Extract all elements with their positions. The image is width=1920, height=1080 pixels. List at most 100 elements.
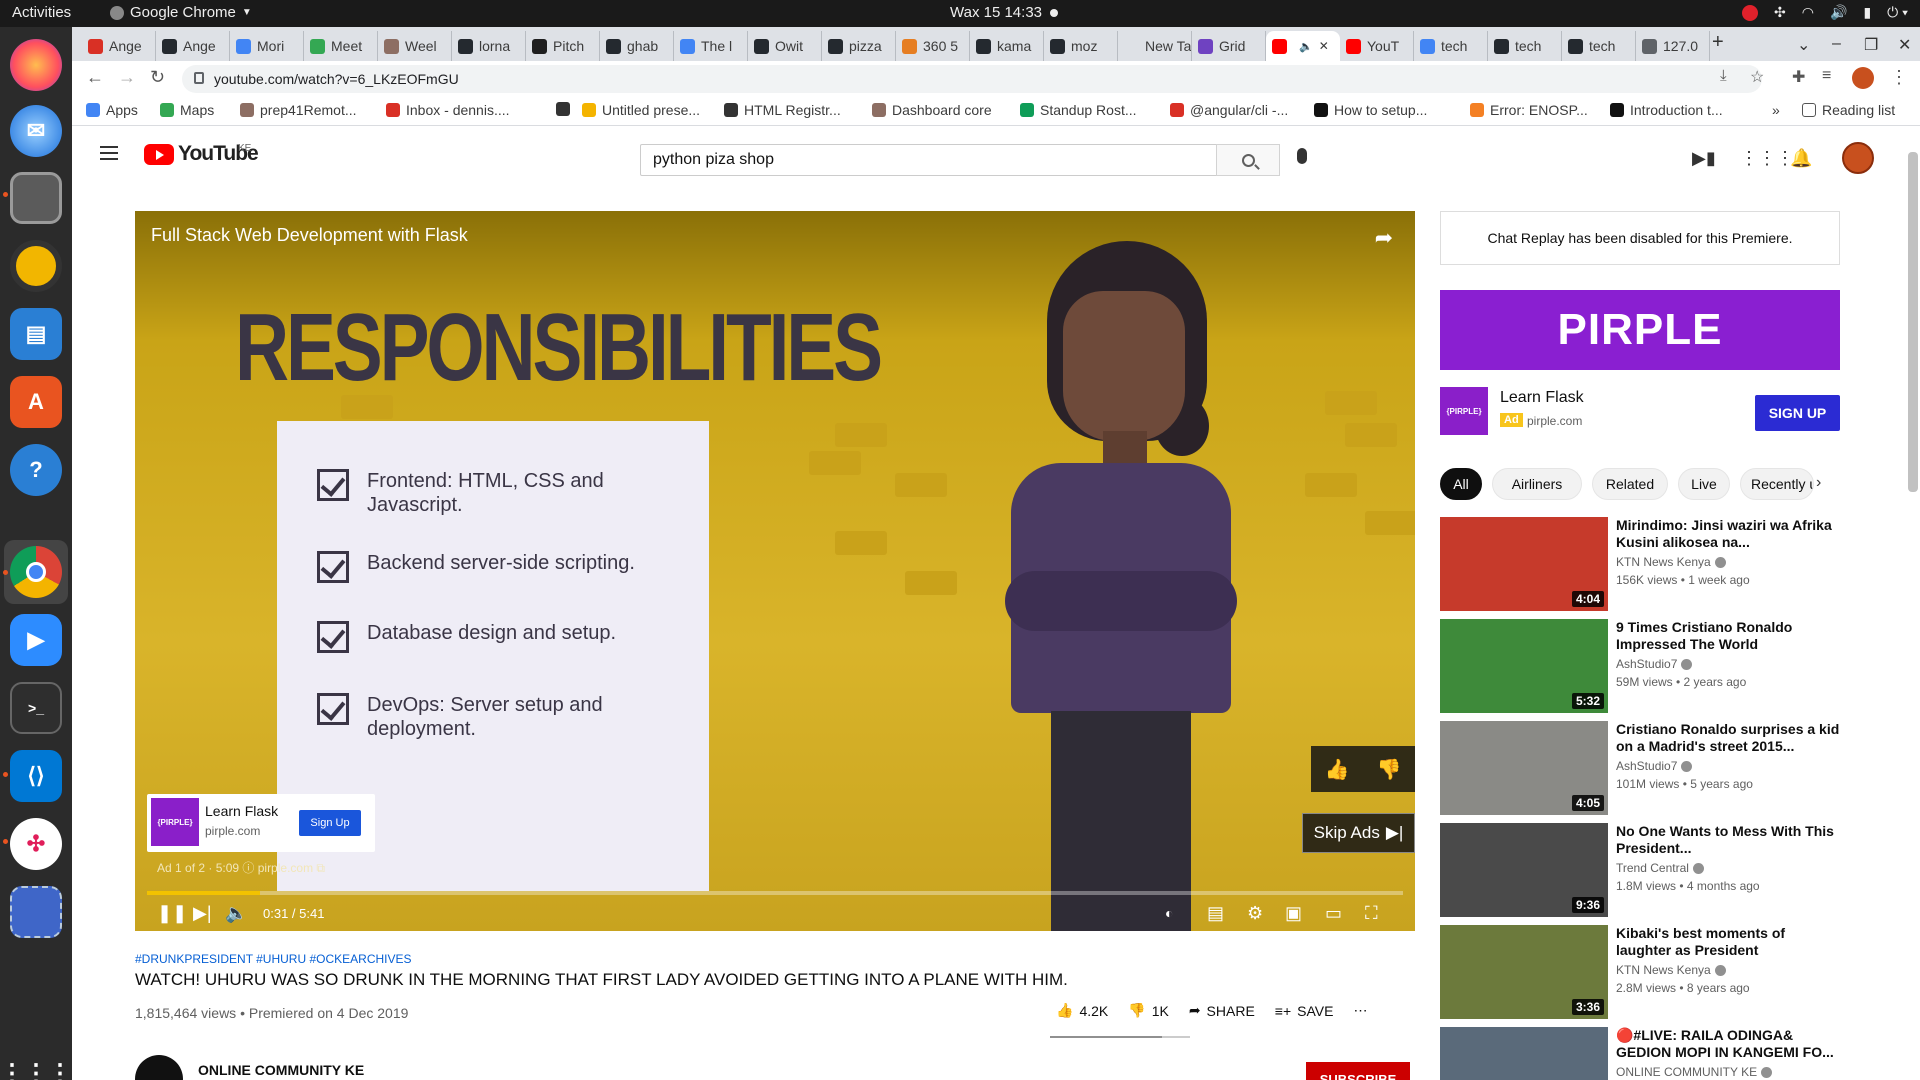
- recommended-channel[interactable]: KTN News Kenya: [1616, 555, 1726, 569]
- autoplay-toggle[interactable]: ◐: [1165, 905, 1173, 921]
- chrome-dock-icon[interactable]: [10, 546, 62, 598]
- slack-icon[interactable]: ✣: [10, 818, 62, 870]
- recommended-channel[interactable]: AshStudio7: [1616, 657, 1693, 671]
- profile-avatar[interactable]: [1852, 67, 1874, 89]
- extensions-icon[interactable]: ✚: [1792, 67, 1805, 87]
- recommended-channel[interactable]: KTN News Kenya: [1616, 963, 1726, 977]
- zoom-icon[interactable]: ▶: [10, 614, 62, 666]
- bookmark-item[interactable]: [556, 102, 576, 116]
- pause-icon[interactable]: ❚❚: [157, 903, 187, 924]
- forward-icon[interactable]: →: [118, 67, 136, 88]
- browser-tab[interactable]: The l: [674, 31, 748, 61]
- bookmark-item[interactable]: Standup Rost...: [1020, 102, 1137, 118]
- page-scrollbar[interactable]: [1908, 152, 1918, 492]
- browser-tab[interactable]: Grid: [1192, 31, 1266, 61]
- tab-search-icon[interactable]: ⌄: [1797, 35, 1810, 55]
- install-app-icon[interactable]: ⤓: [1720, 67, 1727, 84]
- recommended-channel[interactable]: ONLINE COMMUNITY KE: [1616, 1065, 1773, 1079]
- voice-search-icon[interactable]: [1297, 148, 1307, 164]
- subscribe-button[interactable]: SUBSCRIBE: [1306, 1062, 1410, 1080]
- browser-tab[interactable]: Pitch: [526, 31, 600, 61]
- browser-tab[interactable]: tech: [1414, 31, 1488, 61]
- browser-tab[interactable]: kama: [970, 31, 1044, 61]
- chip-recently-uploaded[interactable]: Recently uploaded: [1740, 468, 1814, 500]
- sidebar-ad[interactable]: {PIRPLE} Learn Flask Ad pirple.com SIGN …: [1440, 385, 1840, 437]
- browser-tab[interactable]: Meet: [304, 31, 378, 61]
- bookmark-item[interactable]: How to setup...: [1314, 102, 1427, 118]
- save-button[interactable]: ≡+ SAVE: [1275, 1003, 1334, 1019]
- thunderbird-icon[interactable]: ✉: [10, 105, 62, 157]
- channel-avatar[interactable]: [135, 1055, 183, 1080]
- video-thumbnail[interactable]: 4:04: [1440, 517, 1608, 611]
- browser-tab[interactable]: ghab: [600, 31, 674, 61]
- screenshot-tool-icon[interactable]: [10, 886, 62, 938]
- browser-tab[interactable]: YouT: [1340, 31, 1414, 61]
- bookmark-item[interactable]: Maps: [160, 102, 214, 118]
- bookmark-item[interactable]: Dashboard core: [872, 102, 992, 118]
- channel-name[interactable]: ONLINE COMMUNITY KE: [198, 1062, 364, 1078]
- thumbs-up-icon[interactable]: 👍: [1325, 757, 1350, 782]
- bookmark-item[interactable]: Inbox - dennis....: [386, 102, 510, 118]
- reload-icon[interactable]: ↻: [150, 67, 165, 88]
- bookmark-item[interactable]: prep41Remot...: [240, 102, 357, 118]
- video-player[interactable]: Full Stack Web Development with Flask ➦ …: [135, 211, 1415, 931]
- recommended-video[interactable]: 5:32 9 Times Cristiano Ronaldo Impressed …: [1440, 619, 1840, 713]
- apps-grid-icon[interactable]: ⋮⋮⋮: [1740, 148, 1794, 169]
- browser-tab[interactable]: 360 5: [896, 31, 970, 61]
- overlay-ad-card[interactable]: {PIRPLE} Learn Flask pirple.com Sign Up: [147, 794, 375, 852]
- bookmark-item[interactable]: Introduction t...: [1610, 102, 1723, 118]
- captions-icon[interactable]: ▤: [1207, 903, 1224, 924]
- firefox-icon[interactable]: [10, 39, 62, 91]
- account-avatar[interactable]: [1842, 142, 1874, 174]
- browser-tab[interactable]: New Tab: [1118, 31, 1192, 61]
- close-tab-icon[interactable]: ✕: [1319, 39, 1329, 53]
- fullscreen-icon[interactable]: ⛶: [1365, 903, 1378, 924]
- theater-mode-icon[interactable]: ▭: [1325, 903, 1342, 924]
- bookmarks-overflow-button[interactable]: »: [1772, 102, 1780, 118]
- search-button[interactable]: [1216, 144, 1280, 176]
- bookmark-item[interactable]: Apps: [86, 102, 138, 118]
- next-icon[interactable]: ▶|: [193, 903, 212, 924]
- skip-ads-button[interactable]: Skip Ads ▶|: [1302, 813, 1415, 853]
- activities-button[interactable]: Activities: [12, 4, 71, 21]
- system-tray[interactable]: ✣ ◠ 🔊 ▮ ⏻ ▾: [1742, 4, 1908, 21]
- search-input[interactable]: python piza shop: [640, 144, 1220, 176]
- video-thumbnail[interactable]: 5:32: [1440, 619, 1608, 713]
- dislike-button[interactable]: 👎 1K: [1128, 1002, 1169, 1019]
- minimize-button[interactable]: –: [1832, 35, 1841, 53]
- files-icon[interactable]: [10, 172, 62, 224]
- ad-info-text[interactable]: Ad 1 of 2 · 5:09 ⓘ pirple.com ⧉: [157, 859, 325, 876]
- recommended-title[interactable]: 9 Times Cristiano Ronaldo Impressed The …: [1616, 619, 1840, 653]
- chip-live[interactable]: Live: [1678, 468, 1730, 500]
- recommended-video[interactable]: 🔴#LIVE: RAILA ODINGA& GEDION MOPI IN KAN…: [1440, 1027, 1840, 1080]
- new-tab-button[interactable]: +: [1712, 31, 1724, 54]
- browser-tab[interactable]: 🔈 ✕: [1266, 31, 1340, 61]
- browser-tab[interactable]: 127.0: [1636, 31, 1710, 61]
- browser-tab[interactable]: Owit: [748, 31, 822, 61]
- notifications-bell-icon[interactable]: 🔔: [1790, 148, 1812, 169]
- browser-tab[interactable]: pizza: [822, 31, 896, 61]
- browser-tab[interactable]: Ange: [156, 31, 230, 61]
- recommended-title[interactable]: No One Wants to Mess With This President…: [1616, 823, 1840, 857]
- recommended-channel[interactable]: Trend Central: [1616, 861, 1704, 875]
- address-bar[interactable]: youtube.com/watch?v=6_LKzEOFmGU: [182, 65, 1762, 93]
- tab-audio-icon[interactable]: 🔈: [1299, 40, 1313, 53]
- video-thumbnail[interactable]: [1440, 1027, 1608, 1080]
- reading-list-button[interactable]: Reading list: [1802, 102, 1895, 118]
- back-icon[interactable]: ←: [86, 67, 104, 88]
- bookmark-item[interactable]: Untitled prese...: [582, 102, 700, 118]
- browser-tab[interactable]: Mori: [230, 31, 304, 61]
- rhythmbox-icon[interactable]: [10, 240, 62, 292]
- sidebar-sign-up-button[interactable]: SIGN UP: [1755, 395, 1840, 431]
- share-arrow-icon[interactable]: ➦: [1375, 225, 1393, 251]
- bookmark-item[interactable]: Error: ENOSP...: [1470, 102, 1588, 118]
- create-video-icon[interactable]: ▶▮: [1692, 148, 1716, 169]
- settings-gear-icon[interactable]: ⚙: [1247, 903, 1263, 924]
- chevron-right-icon[interactable]: ›: [1816, 474, 1821, 492]
- bookmark-item[interactable]: HTML Registr...: [724, 102, 841, 118]
- progress-bar[interactable]: [147, 891, 1403, 895]
- close-window-button[interactable]: ✕: [1898, 35, 1911, 55]
- miniplayer-icon[interactable]: ▣: [1285, 903, 1302, 924]
- bookmark-item[interactable]: @angular/cli -...: [1170, 102, 1288, 118]
- recommended-channel[interactable]: AshStudio7: [1616, 759, 1693, 773]
